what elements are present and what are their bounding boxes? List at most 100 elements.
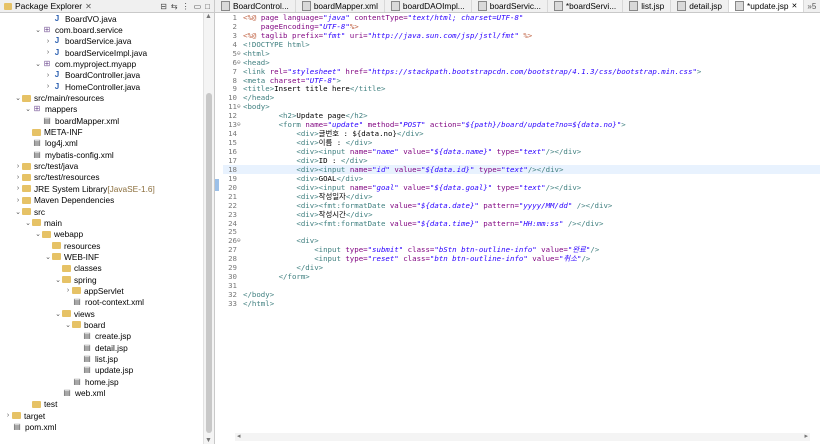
code-line[interactable]: 20 <div><input name= "goal" value= "${data… bbox=[223, 183, 820, 192]
tree-item[interactable]: ▤ create.jsp bbox=[0, 331, 203, 342]
code-line[interactable]: 18 <div><input name= "id" value= "${data.i… bbox=[223, 165, 820, 174]
code-line[interactable]: 6 ⊖ <head> bbox=[223, 58, 820, 67]
collapsed-chevron-icon[interactable]: › bbox=[14, 185, 22, 192]
code-line[interactable]: 5 ⊖ <html> bbox=[223, 49, 820, 58]
tree-item[interactable]: ▤ detail.jsp bbox=[0, 342, 203, 353]
tree-item[interactable]: › JboardService.java bbox=[0, 36, 203, 47]
code-line[interactable]: 33 </html> bbox=[223, 299, 820, 308]
tree-item[interactable]: › Maven Dependencies bbox=[0, 195, 203, 206]
code-line[interactable]: 11 ⊖ <body> bbox=[223, 102, 820, 111]
code-line[interactable]: 17 <div> ID : </div> bbox=[223, 156, 820, 165]
code-line[interactable]: 31 bbox=[223, 281, 820, 290]
tree-item[interactable]: ⌄ spring bbox=[0, 274, 203, 285]
code-line[interactable]: 25 bbox=[223, 227, 820, 236]
editor-tab[interactable]: BoardControl... bbox=[215, 0, 296, 12]
collapsed-chevron-icon[interactable]: › bbox=[44, 38, 52, 45]
close-tab-icon[interactable]: ✕ bbox=[792, 2, 798, 10]
code-line[interactable]: 1 <%@ page language= "java" contentType= "t… bbox=[223, 13, 820, 22]
code-line[interactable]: 12 <h2> Update page </h2> bbox=[223, 111, 820, 120]
tree-item[interactable]: ⌄ ⊞ com.myproject.myapp bbox=[0, 58, 203, 69]
maximize-icon[interactable]: □ bbox=[205, 2, 210, 11]
expanded-chevron-icon[interactable]: ⌄ bbox=[54, 276, 62, 284]
tree-item[interactable]: › JboardServiceImpl.java bbox=[0, 47, 203, 58]
tree-item[interactable]: ▤ mybatis-config.xml bbox=[0, 149, 203, 160]
tree-item[interactable]: ▤ web.xml bbox=[0, 387, 203, 398]
tree-item[interactable]: › src/test/resources bbox=[0, 172, 203, 183]
tree-item[interactable]: ⌄ views bbox=[0, 308, 203, 319]
expanded-chevron-icon[interactable]: ⌄ bbox=[54, 310, 62, 318]
collapsed-chevron-icon[interactable]: › bbox=[44, 49, 52, 56]
scroll-down-icon[interactable]: ▼ bbox=[205, 437, 212, 444]
tree-item[interactable]: ⌄ webapp bbox=[0, 229, 203, 240]
code-line[interactable]: 30 </form> bbox=[223, 272, 820, 281]
expanded-chevron-icon[interactable]: ⌄ bbox=[34, 230, 42, 238]
collapsed-chevron-icon[interactable]: › bbox=[14, 163, 22, 170]
tree-item[interactable]: ▤ home.jsp bbox=[0, 376, 203, 387]
minimize-icon[interactable]: ▭ bbox=[194, 2, 202, 11]
tree-item[interactable]: › J BoardController.java bbox=[0, 70, 203, 81]
tree-item[interactable]: › target bbox=[0, 410, 203, 421]
code-line[interactable]: 22 <div><fmt:formatDate value= "${data.da… bbox=[223, 201, 820, 210]
tree-item[interactable]: ▤ list.jsp bbox=[0, 353, 203, 364]
tree-item[interactable]: ⌄ board bbox=[0, 319, 203, 330]
view-menu-icon[interactable]: ⋮ bbox=[182, 2, 190, 11]
editor-tab[interactable]: *boardServi... bbox=[548, 0, 624, 12]
tree-item[interactable]: ▤ update.jsp bbox=[0, 365, 203, 376]
tree-item[interactable]: ▤ pom.xml bbox=[0, 421, 203, 432]
code-line[interactable]: 15 <div> 이름 : </div> bbox=[223, 138, 820, 147]
code-line[interactable]: 8 <meta charset= "UTF-8" > bbox=[223, 76, 820, 85]
tree-item[interactable]: ▤ boardMapper.xml bbox=[0, 115, 203, 126]
explorer-scrollbar[interactable]: ▲ ▼ bbox=[203, 13, 214, 444]
editor-tab[interactable]: *update.jsp ✕ bbox=[729, 0, 805, 12]
close-view-icon[interactable]: ✕ bbox=[85, 2, 92, 11]
collapsed-chevron-icon[interactable]: › bbox=[14, 174, 22, 181]
scroll-left-icon[interactable]: ◂ bbox=[237, 432, 241, 440]
tree-item[interactable]: resources bbox=[0, 240, 203, 251]
collapsed-chevron-icon[interactable]: › bbox=[14, 197, 22, 204]
code-line[interactable]: 24 <div><fmt:formatDate value= "${data.ti… bbox=[223, 219, 820, 228]
link-editor-icon[interactable]: ⇆ bbox=[171, 2, 178, 11]
tree-item[interactable]: ⌄ src/main/resources bbox=[0, 92, 203, 103]
code-line[interactable]: 14 <div> 글번호 : ${data.no} </div> bbox=[223, 129, 820, 138]
tree-item[interactable]: › src/test/java bbox=[0, 160, 203, 171]
tree-item[interactable]: META-INF bbox=[0, 126, 203, 137]
tree-item[interactable]: › J HomeController.java bbox=[0, 81, 203, 92]
code-line[interactable]: 16 <div><input name= "name" value= "${data… bbox=[223, 147, 820, 156]
expanded-chevron-icon[interactable]: ⌄ bbox=[64, 321, 72, 329]
tree-item[interactable]: › JRE System Library [JavaSE-1.6] bbox=[0, 183, 203, 194]
code-line[interactable]: 3 <%@ taglib prefix= "fmt" uri= "http://jav… bbox=[223, 31, 820, 40]
tree-item[interactable]: J BoardVO.java bbox=[0, 13, 203, 24]
code-line[interactable]: 10 </head> bbox=[223, 93, 820, 102]
code-line[interactable]: 32 </body> bbox=[223, 290, 820, 299]
collapse-all-icon[interactable]: ⊟ bbox=[160, 2, 167, 11]
collapsed-chevron-icon[interactable]: › bbox=[64, 287, 72, 294]
scroll-right-icon[interactable]: ▸ bbox=[804, 432, 808, 440]
code-editor[interactable]: 1 <%@ page language= "java" contentType= "t… bbox=[215, 13, 820, 444]
tree-item[interactable]: ⌄ ⊞ com.board.service bbox=[0, 24, 203, 35]
scrollbar-thumb[interactable] bbox=[206, 93, 212, 433]
tree-item[interactable]: classes bbox=[0, 263, 203, 274]
expanded-chevron-icon[interactable]: ⌄ bbox=[44, 253, 52, 261]
code-line[interactable]: 26 ⊖ <div> bbox=[223, 236, 820, 245]
tree-item[interactable]: ⌄ WEB-INF bbox=[0, 251, 203, 262]
editor-tab[interactable]: boardServic... bbox=[472, 0, 548, 12]
code-line[interactable]: 2 pageEncoding= "UTF-8" %> bbox=[223, 22, 820, 31]
expanded-chevron-icon[interactable]: ⌄ bbox=[34, 26, 42, 34]
scroll-up-icon[interactable]: ▲ bbox=[205, 13, 212, 20]
tab-overflow-button[interactable]: »5 bbox=[804, 2, 819, 11]
collapsed-chevron-icon[interactable]: › bbox=[44, 72, 52, 79]
editor-tab[interactable]: detail.jsp bbox=[671, 0, 729, 12]
code-line[interactable]: 28 <input type= "reset" class= "btn btn-ou… bbox=[223, 254, 820, 263]
tree-item[interactable]: › appServlet bbox=[0, 285, 203, 296]
editor-tab[interactable]: list.jsp bbox=[623, 0, 672, 12]
collapsed-chevron-icon[interactable]: › bbox=[4, 412, 12, 419]
editor-horizontal-scrollbar[interactable]: ◂ ▸ bbox=[235, 433, 810, 441]
tree-item[interactable]: ⌄ ⊞ mappers bbox=[0, 104, 203, 115]
tree-item[interactable]: ▤ root-context.xml bbox=[0, 297, 203, 308]
code-line[interactable]: 23 <div> 작성시간 </div> bbox=[223, 210, 820, 219]
editor-tab[interactable]: boardMapper.xml bbox=[296, 0, 385, 12]
code-line[interactable]: 9 <title> Insert title here </title> bbox=[223, 84, 820, 93]
tree-item[interactable]: ⌄ main bbox=[0, 217, 203, 228]
code-line[interactable]: 19 <div> GOAL </div> bbox=[223, 174, 820, 183]
code-line[interactable]: 27 <input type= "submit" class= "bStn btn-… bbox=[223, 245, 820, 254]
